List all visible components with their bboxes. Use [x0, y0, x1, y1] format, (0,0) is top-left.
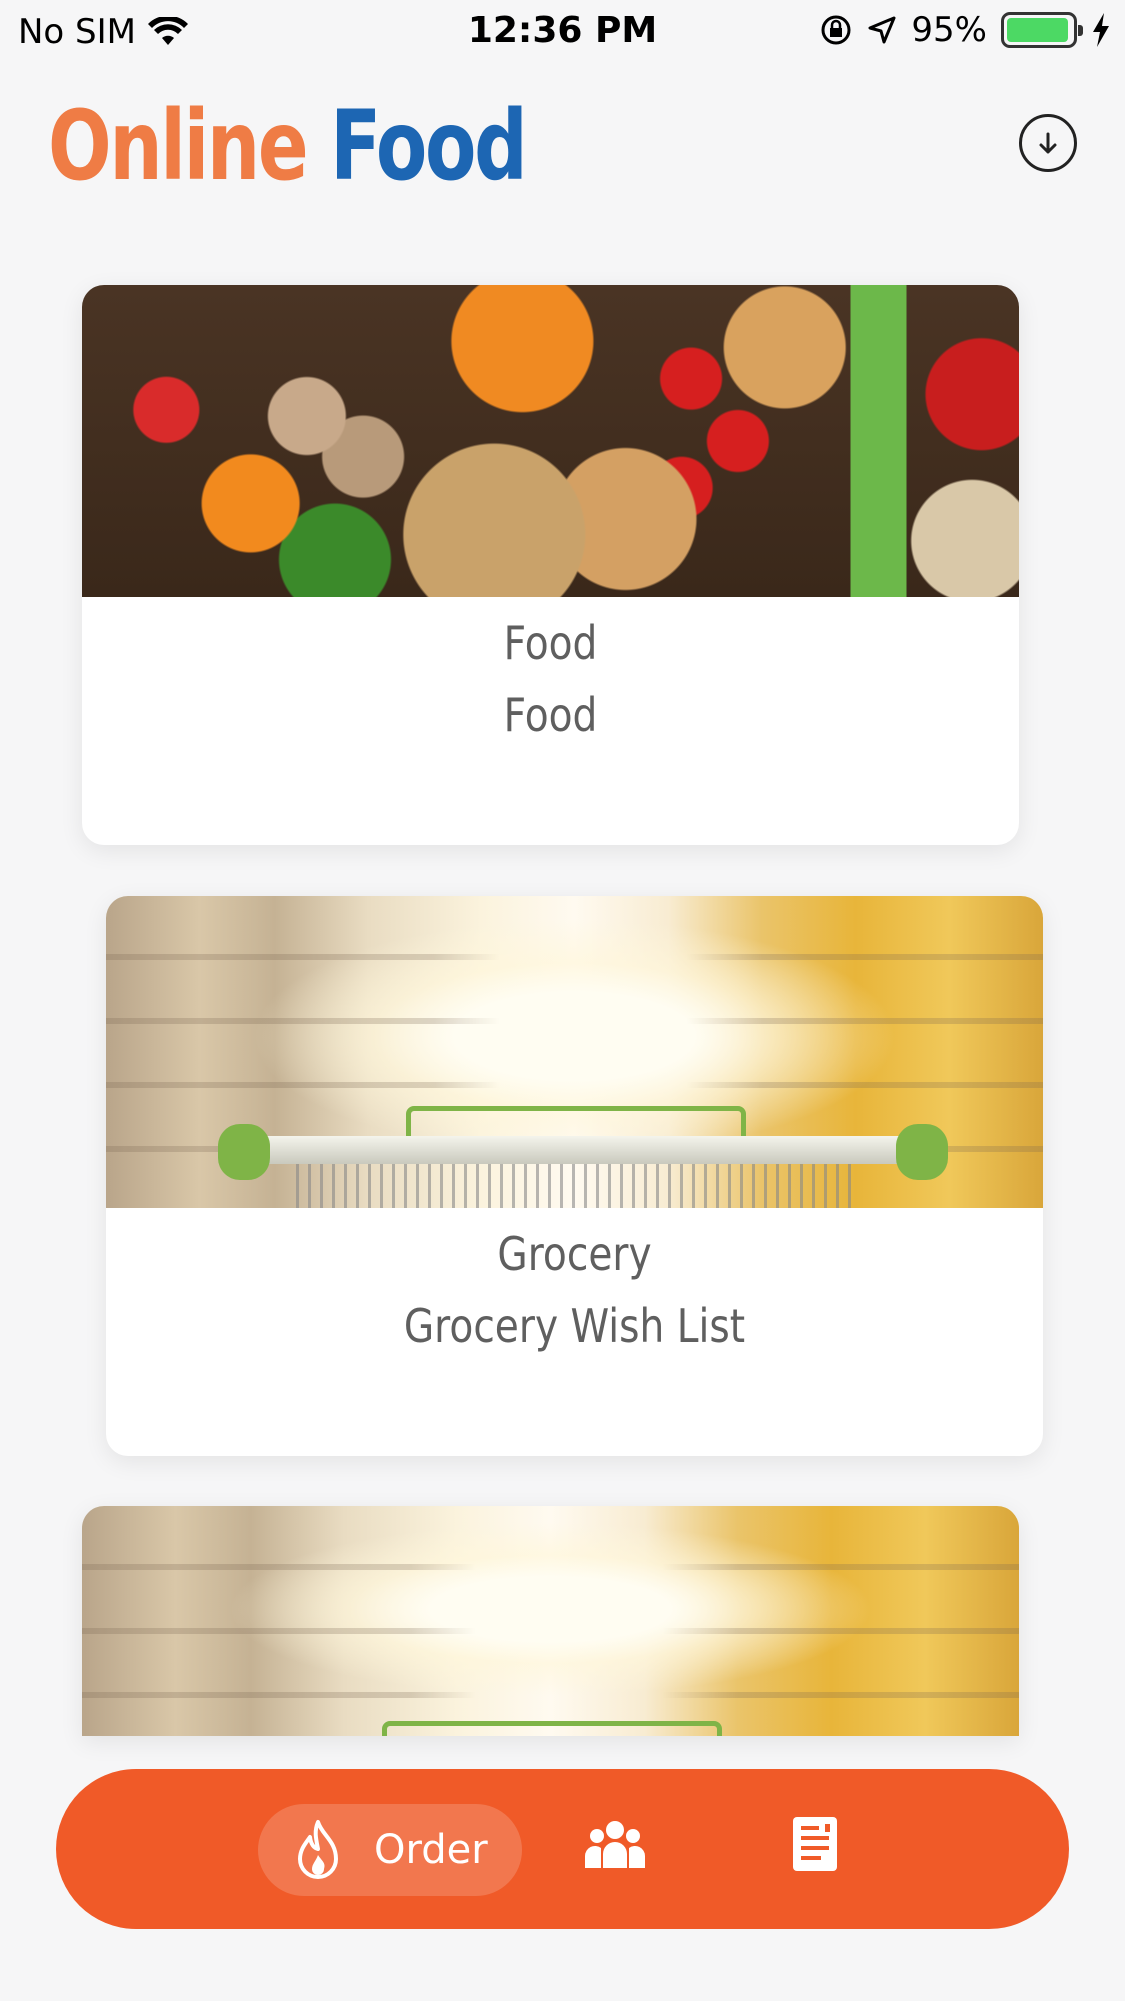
card-subtitle: Food — [503, 688, 598, 742]
card-text: Food Food — [152, 597, 948, 751]
category-card-3[interactable] — [82, 1506, 1019, 1736]
cart-handle-end-right — [896, 1124, 948, 1180]
app-header: Online Food — [0, 62, 1125, 222]
nav-receipt-tab[interactable] — [780, 1809, 850, 1879]
charging-bolt-icon — [1093, 13, 1109, 47]
status-bar: No SIM 12:36 PM 95% — [0, 0, 1125, 62]
grocery-aisle-image — [82, 1506, 1019, 1736]
battery-icon — [1001, 12, 1083, 48]
status-right: 95% — [819, 10, 1111, 50]
bottom-nav: Order — [56, 1769, 1069, 1929]
nav-order-tab[interactable]: Order — [258, 1804, 522, 1896]
download-icon — [1039, 132, 1057, 154]
nav-group-tab[interactable] — [580, 1809, 650, 1879]
category-card-food[interactable]: Food Food — [82, 285, 1019, 845]
card-subtitle: Grocery Wish List — [403, 1299, 746, 1353]
cart-frame — [406, 1106, 746, 1138]
card-text: Grocery Grocery Wish List — [176, 1208, 972, 1362]
cart-frame — [382, 1721, 722, 1736]
grocery-aisle-image — [106, 896, 1043, 1208]
title-online: Online — [48, 90, 309, 202]
group-icon — [585, 1821, 645, 1868]
cart-handle — [226, 1136, 926, 1164]
category-card-grocery[interactable]: Grocery Grocery Wish List — [106, 896, 1043, 1456]
battery-percent: 95% — [911, 10, 987, 50]
app-title: Online Food — [48, 90, 528, 202]
card-title: Food — [503, 616, 598, 670]
battery-fill — [1007, 18, 1068, 42]
title-food: Food — [330, 90, 528, 202]
orientation-lock-icon — [821, 15, 851, 45]
location-arrow-icon — [868, 16, 896, 44]
shelf-pattern — [82, 1506, 1019, 1736]
card-title: Grocery — [497, 1227, 652, 1281]
cart-handle-end-left — [218, 1124, 270, 1180]
receipt-icon — [793, 1817, 837, 1871]
nav-order-label: Order — [374, 1827, 488, 1873]
flame-icon — [298, 1820, 338, 1879]
food-produce-image — [82, 285, 1019, 597]
download-button[interactable] — [1019, 114, 1077, 172]
